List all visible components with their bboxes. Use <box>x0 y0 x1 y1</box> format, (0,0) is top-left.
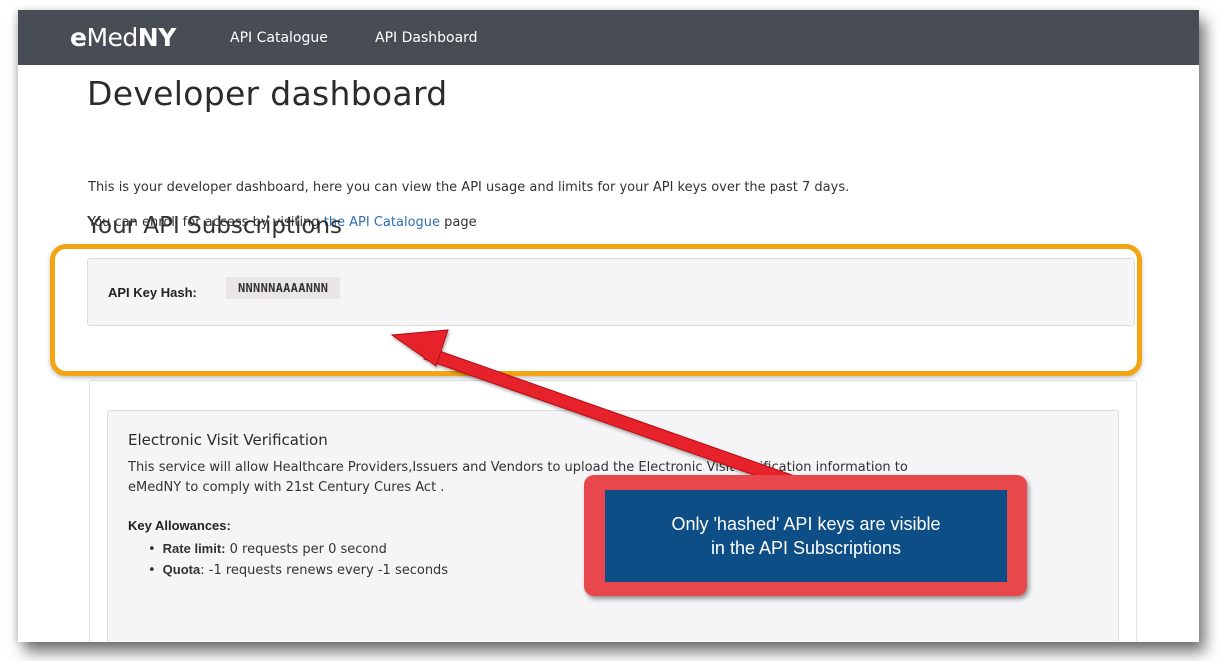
callout-line1: Only 'hashed' API keys are visible <box>671 514 941 534</box>
annotation-callout: Only 'hashed' API keys are visible in th… <box>584 475 1027 596</box>
callout-text-box: Only 'hashed' API keys are visible in th… <box>605 490 1007 582</box>
callout-line2: in the API Subscriptions <box>710 538 902 558</box>
